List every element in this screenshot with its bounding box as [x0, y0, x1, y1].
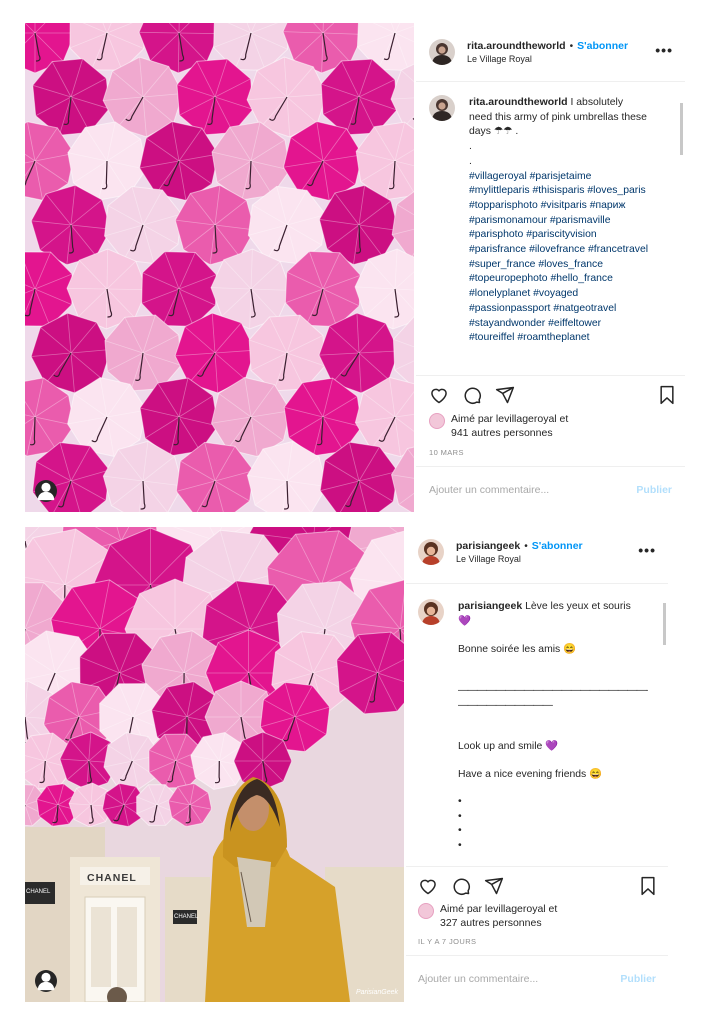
caption-line: Have a nice evening friends 😄 [458, 769, 603, 781]
heart-icon[interactable] [418, 876, 438, 896]
caption-username[interactable]: rita.aroundtheworld [469, 96, 568, 108]
avatar [418, 903, 434, 919]
post-header: parisiangeek • S'abonner Le Village Roya… [406, 530, 668, 574]
caption: rita.aroundtheworld I absolutely need th… [429, 95, 679, 373]
avatar[interactable] [418, 539, 444, 565]
separator-dot: • [569, 40, 574, 52]
liked-by-text: Aimé par levillageroyal et [451, 413, 569, 425]
post-image[interactable]: CHANEL CHANEL CHANEL ParisianGeek [25, 527, 404, 1002]
share-icon[interactable] [484, 876, 504, 896]
avatar[interactable] [429, 95, 455, 121]
post-2: CHANEL CHANEL CHANEL ParisianGeek parisi… [0, 523, 709, 1003]
liked-count[interactable]: 941 autres personnes [451, 426, 568, 440]
caption-bullet: • [458, 825, 462, 837]
umbrellas-street-image [25, 527, 404, 1002]
shop-sign: CHANEL [87, 872, 137, 884]
post-date: IL Y A 7 JOURS [418, 937, 477, 946]
comment-icon[interactable] [451, 876, 471, 896]
tagged-people-button[interactable] [35, 970, 57, 992]
location-link[interactable]: Le Village Royal [456, 554, 583, 564]
caption-line: Lève les yeux et souris [525, 601, 631, 612]
username-link[interactable]: parisiangeek [456, 540, 520, 552]
divider [406, 583, 668, 584]
bookmark-icon[interactable] [657, 385, 677, 405]
post-date: 10 MARS [429, 448, 464, 457]
location-link[interactable]: Le Village Royal [467, 54, 628, 64]
follow-button[interactable]: S'abonner [577, 40, 628, 52]
caption-bullet: • [458, 840, 462, 852]
hashtags[interactable]: #villageroyal #parisjetaime #mylittlepar… [469, 170, 649, 346]
publish-button[interactable]: Publier [636, 484, 672, 496]
comment-input[interactable]: Ajouter un commentaire... [418, 973, 538, 985]
shop-sign: CHANEL [26, 889, 51, 895]
share-icon[interactable] [495, 385, 515, 405]
more-icon[interactable]: ••• [638, 542, 656, 558]
caption-dot: . [469, 141, 472, 153]
comment-input[interactable]: Ajouter un commentaire... [429, 484, 549, 496]
avatar[interactable] [429, 39, 455, 65]
liked-by-text: Aimé par levillageroyal et [440, 903, 558, 915]
caption-line: Look up and smile 💜 [458, 740, 559, 752]
action-bar [429, 385, 677, 405]
action-bar [418, 876, 658, 896]
scrollbar[interactable] [663, 603, 666, 645]
caption-dot: . [469, 155, 472, 167]
caption-line: Bonne soirée les amis 😄 [458, 644, 577, 656]
post-image[interactable] [25, 23, 414, 512]
person-icon [37, 972, 55, 991]
watermark: ParisianGeek [355, 989, 398, 996]
divider [406, 866, 668, 867]
comment-bar: Ajouter un commentaire... Publier [416, 466, 685, 513]
username-link[interactable]: rita.aroundtheworld [467, 40, 566, 52]
scrollbar[interactable] [680, 103, 683, 155]
person-icon [37, 482, 55, 501]
comment-icon[interactable] [462, 385, 482, 405]
avatar[interactable] [418, 599, 444, 625]
caption-username[interactable]: parisiangeek [458, 600, 522, 612]
bookmark-icon[interactable] [638, 876, 658, 896]
comment-bar: Ajouter un commentaire... Publier [406, 955, 668, 1002]
caption-rule: —————————— [458, 699, 553, 711]
post-sidebar: rita.aroundtheworld • S'abonner Le Villa… [416, 23, 685, 512]
likes-summary[interactable]: Aimé par levillageroyal et 327 autres pe… [418, 902, 557, 930]
avatar [429, 413, 445, 429]
post-1: rita.aroundtheworld • S'abonner Le Villa… [0, 0, 709, 512]
follow-button[interactable]: S'abonner [532, 540, 583, 552]
separator-dot: • [524, 540, 528, 552]
liked-count[interactable]: 327 autres personnes [440, 916, 557, 930]
tagged-people-button[interactable] [35, 480, 57, 502]
caption: parisiangeek Lève les yeux et souris 💜 B… [418, 599, 664, 865]
caption-emoji: 💜 [458, 615, 471, 627]
caption-bullet: • [458, 810, 462, 822]
caption-bullet: • [458, 795, 462, 807]
caption-rule: —————————————————————————————— [458, 685, 648, 697]
divider [416, 375, 685, 376]
post-header: rita.aroundtheworld • S'abonner Le Villa… [416, 30, 685, 74]
heart-icon[interactable] [429, 385, 449, 405]
shop-sign: CHANEL [174, 914, 199, 920]
more-icon[interactable]: ••• [655, 42, 673, 58]
post-sidebar: parisiangeek • S'abonner Le Village Roya… [406, 527, 668, 1003]
divider [416, 81, 685, 82]
publish-button[interactable]: Publier [620, 973, 656, 985]
likes-summary[interactable]: Aimé par levillageroyal et 941 autres pe… [429, 412, 568, 440]
umbrellas-image [25, 23, 414, 512]
